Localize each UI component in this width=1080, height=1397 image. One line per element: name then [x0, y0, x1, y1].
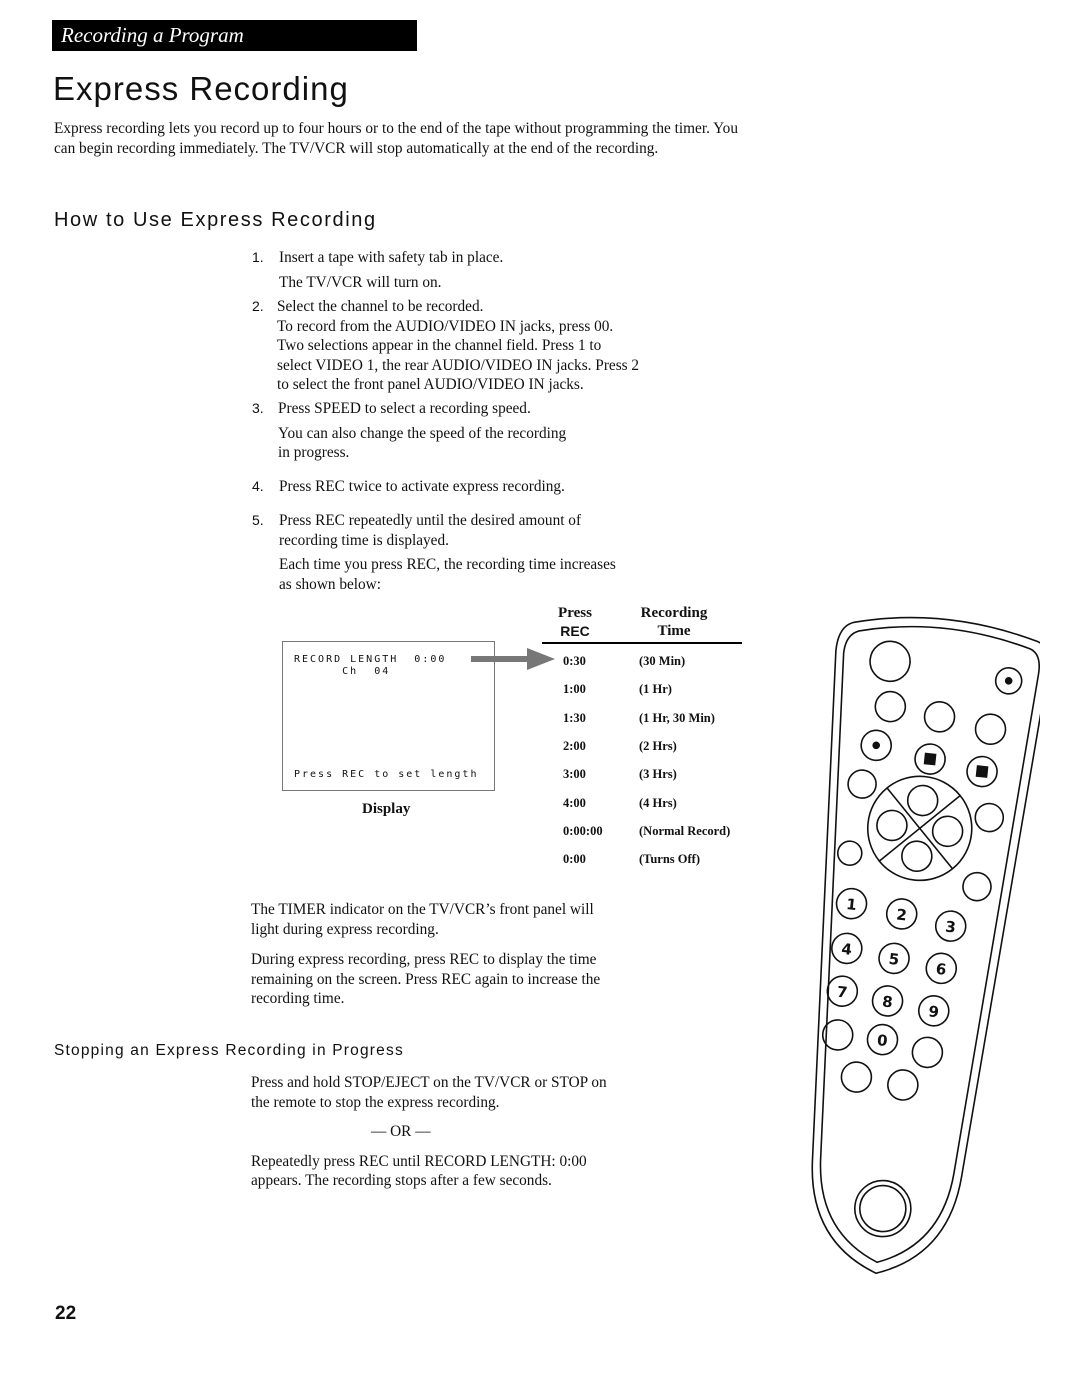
recording-time: (Normal Record)	[639, 823, 731, 838]
step-text: Two selections appear in the channel fie…	[277, 337, 602, 354]
recording-time: (4 Hrs)	[639, 795, 677, 810]
onscreen-display: RECORD LENGTH 0:00 Ch 04 Press REC to se…	[282, 641, 495, 791]
step-number: 3.	[252, 400, 264, 416]
step-text: Insert a tape with safety tab in place.	[279, 249, 504, 266]
text-line: Repeatedly press REC until RECORD LENGTH…	[251, 1152, 587, 1170]
table-row: 0:00:00 (Normal Record)	[563, 824, 730, 839]
step-text: recording time is displayed.	[279, 531, 449, 549]
digit-4: 4	[841, 940, 853, 959]
table-row: 0:00 (Turns Off)	[563, 852, 700, 867]
table-row: 3:00 (3 Hrs)	[563, 767, 677, 782]
manual-page: Recording a Program Express Recording Ex…	[0, 0, 1080, 1397]
page-number: 22	[55, 1303, 77, 1324]
digit-2: 2	[895, 905, 907, 924]
step-3: Press SPEED to select a recording speed.…	[278, 399, 566, 463]
digit-6: 6	[935, 960, 947, 979]
step-text: Each time you press REC, the recording t…	[279, 556, 616, 573]
step-text: Select the channel to be recorded.	[277, 298, 484, 315]
step-number: 1.	[252, 249, 264, 265]
digit-0: 0	[876, 1031, 888, 1050]
step-5: Press REC repeatedly until the desired a…	[279, 511, 616, 594]
display-line: RECORD LENGTH 0:00	[294, 654, 447, 665]
recording-time: (30 Min)	[639, 654, 686, 668]
text-line: During express recording, press REC to d…	[251, 951, 597, 968]
recording-time: (1 Hr, 30 Min)	[639, 710, 715, 725]
step-text: The TV/VCR will turn on.	[279, 273, 442, 291]
press-value: 0:00:00	[563, 823, 603, 838]
step-4: Press REC twice to activate express reco…	[279, 478, 565, 495]
press-value: 2:00	[563, 738, 586, 753]
digit-1: 1	[845, 895, 857, 914]
text-line: the remote to stop the express recording…	[251, 1093, 500, 1111]
or-separator: — OR —	[371, 1123, 431, 1140]
table-row: 2:00 (2 Hrs)	[563, 739, 677, 754]
press-value: 3:00	[563, 767, 586, 782]
recording-time: (1 Hr)	[639, 682, 672, 697]
step-text: to select the front panel AUDIO/VIDEO IN…	[277, 376, 584, 393]
recording-time: (3 Hrs)	[639, 767, 677, 782]
text-line: recording time.	[251, 990, 345, 1007]
step-text: To record from the AUDIO/VIDEO IN jacks,…	[277, 317, 614, 335]
col-header: Time	[657, 623, 691, 639]
col-header: Press	[558, 605, 592, 621]
press-value: 1:00	[563, 682, 586, 697]
step-text: as shown below:	[279, 575, 381, 593]
how-to-heading: How to Use Express Recording	[54, 209, 377, 231]
intro-paragraph: Express recording lets you record up to …	[54, 120, 738, 157]
recording-time: (2 Hrs)	[639, 738, 677, 753]
col-header: Recording	[640, 605, 708, 621]
step-number: 2.	[252, 298, 264, 314]
display-line: Ch 04	[294, 666, 391, 677]
text-line: remaining on the screen. Press REC again…	[251, 970, 601, 988]
stopping-text: Press and hold STOP/EJECT on the TV/VCR …	[251, 1073, 607, 1191]
digit-9: 9	[928, 1002, 940, 1021]
stopping-heading: Stopping an Express Recording in Progres…	[54, 1042, 404, 1059]
step-number: 5.	[252, 512, 264, 528]
section-header: Recording a Program	[52, 20, 417, 51]
digit-5: 5	[888, 950, 900, 969]
display-line: Press REC to set length	[294, 769, 479, 780]
press-value: 1:30	[563, 710, 586, 725]
press-value: 0:00	[563, 852, 586, 867]
display-caption: Display	[362, 801, 411, 817]
step-2: Select the channel to be recorded. To re…	[277, 297, 639, 395]
step-text: select VIDEO 1, the rear AUDIO/VIDEO IN …	[277, 356, 640, 374]
step-text: You can also change the speed of the rec…	[278, 424, 567, 442]
digit-3: 3	[944, 918, 956, 937]
divider	[542, 642, 742, 644]
text-line: appears. The recording stops after a few…	[251, 1172, 552, 1189]
table-row: 1:30 (1 Hr, 30 Min)	[563, 711, 715, 726]
step-text: Press SPEED to select a recording speed.	[278, 400, 531, 417]
step-number: 4.	[252, 478, 264, 494]
step-text: in progress.	[278, 444, 350, 461]
digit-7: 7	[836, 983, 848, 1002]
table-row: 1:00 (1 Hr)	[563, 682, 672, 697]
page-title: Express Recording	[53, 70, 349, 107]
remote-control-illustration: 1 2 3 4 5 6 7 8 9 0	[811, 616, 1040, 1275]
step-text: Press REC repeatedly until the desired a…	[279, 512, 582, 529]
text-line: The TIMER indicator on the TV/VCR’s fron…	[251, 901, 594, 918]
col-header: REC	[560, 623, 590, 639]
step-1: Insert a tape with safety tab in place. …	[279, 248, 503, 292]
arrow-icon	[471, 648, 555, 670]
text-line: Press and hold STOP/EJECT on the TV/VCR …	[251, 1074, 607, 1091]
table-row: 4:00 (4 Hrs)	[563, 796, 677, 811]
table-row: 0:30 (30 Min)	[563, 654, 685, 669]
recording-time: (Turns Off)	[639, 852, 701, 867]
text-line: light during express recording.	[251, 920, 439, 938]
press-value: 4:00	[563, 795, 586, 810]
press-value: 0:30	[563, 654, 586, 668]
timer-paragraph: The TIMER indicator on the TV/VCR’s fron…	[251, 900, 600, 1009]
digit-8: 8	[881, 992, 893, 1011]
